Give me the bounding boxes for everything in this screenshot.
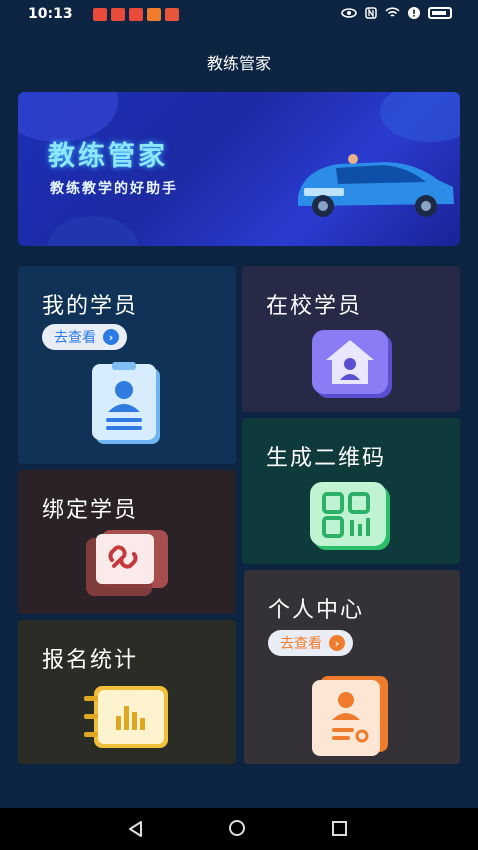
card-my-students[interactable]: 我的学员 去查看 › — [18, 266, 236, 464]
card-bind-student[interactable]: 绑定学员 — [18, 470, 236, 614]
wifi-icon — [385, 7, 400, 17]
link-icon — [86, 530, 168, 596]
qr-code-icon — [310, 482, 390, 550]
app-notification-icon — [165, 8, 179, 21]
back-icon[interactable] — [127, 820, 145, 838]
system-navigation-bar — [0, 808, 478, 850]
promo-banner[interactable]: 教练管家 教练教学的好助手 — [18, 92, 460, 246]
banner-title: 教练管家 — [48, 141, 168, 172]
banner-subtitle: 教练教学的好助手 — [50, 181, 178, 197]
nfc-icon — [365, 7, 377, 19]
student-card-icon — [92, 362, 160, 444]
home-icon[interactable] — [229, 820, 245, 836]
eye-icon — [341, 8, 357, 18]
alert-icon — [408, 7, 420, 19]
page-title: 教练管家 — [206, 54, 271, 73]
card-title: 在校学员 — [266, 294, 363, 319]
chevron-right-icon: › — [103, 329, 119, 345]
card-title: 个人中心 — [268, 598, 365, 623]
battery-icon — [428, 7, 452, 19]
card-title: 我的学员 — [42, 294, 139, 319]
app-notification-icon — [147, 8, 161, 21]
banner-decoration — [380, 92, 460, 142]
pill-label: 去查看 — [280, 636, 322, 652]
banner-decoration — [48, 216, 138, 246]
card-personal-center[interactable]: 个人中心 去查看 › — [244, 570, 460, 764]
card-title: 生成二维码 — [266, 446, 387, 471]
weibo-notification-icon — [129, 8, 143, 21]
status-time: 10:13 — [28, 6, 73, 22]
notification-icons — [93, 8, 179, 21]
car-illustration — [298, 154, 454, 217]
card-school-students[interactable]: 在校学员 — [242, 266, 460, 412]
stats-notebook-icon — [84, 686, 168, 748]
weibo-notification-icon — [93, 8, 107, 21]
card-generate-qr[interactable]: 生成二维码 — [242, 418, 460, 564]
chevron-right-icon: › — [329, 635, 345, 651]
card-title: 报名统计 — [42, 648, 139, 673]
system-icons — [341, 7, 452, 19]
weibo-notification-icon — [111, 8, 125, 21]
card-title: 绑定学员 — [42, 498, 139, 523]
view-personal-center-button[interactable]: 去查看 › — [268, 630, 353, 656]
pill-label: 去查看 — [54, 330, 96, 346]
school-icon — [312, 330, 392, 398]
card-enrollment-stats[interactable]: 报名统计 — [18, 620, 236, 764]
view-my-students-button[interactable]: 去查看 › — [42, 324, 127, 350]
status-bar: 10:13 — [0, 0, 478, 30]
recent-apps-icon[interactable] — [332, 821, 347, 836]
profile-document-icon — [312, 676, 388, 756]
